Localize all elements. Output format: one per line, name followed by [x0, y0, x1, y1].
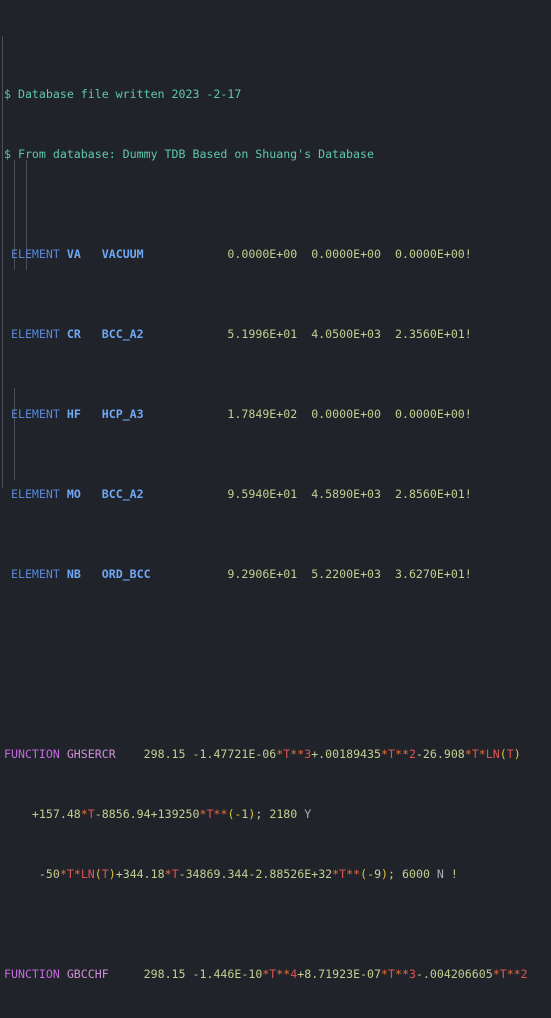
element-mass: 0.0000E+00 — [227, 247, 298, 261]
element-symbol: CR — [66, 327, 81, 341]
element-symbol: VA — [66, 247, 81, 261]
code-content: $ Database file written 2023 -2-17 $ Fro… — [0, 0, 551, 1018]
element-refphase: BCC_A2 — [101, 487, 144, 501]
function-declaration: FUNCTION GHSERCR 298.15 -1.47721E-06*T**… — [0, 744, 551, 764]
element-s298: 2.3560E+01 — [394, 327, 465, 341]
element-mass: 9.2906E+01 — [227, 567, 298, 581]
element-keyword: ELEMENT — [10, 247, 60, 261]
element-s298: 0.0000E+00 — [394, 247, 465, 261]
element-row: ELEMENT VA VACUUM 0.0000E+00 0.0000E+00 … — [0, 244, 551, 264]
element-terminator: ! — [464, 487, 472, 501]
function-declaration: FUNCTION GBCCHF 298.15 -1.446E-10*T**4+8… — [0, 964, 551, 984]
element-terminator: ! — [464, 327, 472, 341]
function-expression: 298.15 -1.47721E-06*T**3+.00189435*T**2-… — [143, 747, 521, 761]
element-row: ELEMENT MO BCC_A2 9.5940E+01 4.5890E+03 … — [0, 484, 551, 504]
element-keyword: ELEMENT — [10, 407, 60, 421]
element-mass: 9.5940E+01 — [227, 487, 298, 501]
element-symbol: MO — [66, 487, 81, 501]
element-row: ELEMENT HF HCP_A3 1.7849E+02 0.0000E+00 … — [0, 404, 551, 424]
element-h298: 4.5890E+03 — [311, 487, 382, 501]
function-name: GHSERCR — [66, 747, 116, 761]
element-keyword: ELEMENT — [10, 487, 60, 501]
function-expression: +157.48*T-8856.94+139250*T**(-1); 2180 Y — [31, 807, 312, 821]
function-expression: 298.15 -1.446E-10*T**4+8.71923E-07*T**3-… — [143, 967, 528, 981]
element-terminator: ! — [464, 567, 472, 581]
comment-text: $ From database: Dummy TDB Based on Shua… — [4, 147, 374, 161]
element-row: ELEMENT NB ORD_BCC 9.2906E+01 5.2200E+03… — [0, 564, 551, 584]
function-continuation: -50*T*LN(T)+344.18*T-34869.344-2.88526E+… — [0, 864, 551, 884]
function-expression: -50*T*LN(T)+344.18*T-34869.344-2.88526E+… — [38, 867, 458, 881]
element-keyword: ELEMENT — [10, 327, 60, 341]
element-h298: 5.2200E+03 — [311, 567, 382, 581]
comment-text: $ Database file written 2023 -2-17 — [4, 87, 242, 101]
element-row: ELEMENT CR BCC_A2 5.1996E+01 4.0500E+03 … — [0, 324, 551, 344]
element-h298: 0.0000E+00 — [311, 247, 382, 261]
element-symbol: NB — [66, 567, 81, 581]
function-continuation: +157.48*T-8856.94+139250*T**(-1); 2180 Y — [0, 804, 551, 824]
element-terminator: ! — [464, 407, 472, 421]
element-mass: 1.7849E+02 — [227, 407, 298, 421]
element-refphase: ORD_BCC — [101, 567, 151, 581]
element-keyword: ELEMENT — [10, 567, 60, 581]
function-keyword: FUNCTION — [4, 967, 60, 981]
element-h298: 4.0500E+03 — [311, 327, 382, 341]
element-h298: 0.0000E+00 — [311, 407, 382, 421]
element-s298: 0.0000E+00 — [394, 407, 465, 421]
element-symbol: HF — [66, 407, 81, 421]
code-editor[interactable]: $ Database file written 2023 -2-17 $ Fro… — [0, 0, 551, 981]
element-refphase: BCC_A2 — [101, 327, 144, 341]
function-keyword: FUNCTION — [4, 747, 60, 761]
element-s298: 3.6270E+01 — [394, 567, 465, 581]
element-terminator: ! — [464, 247, 472, 261]
comment-line: $ From database: Dummy TDB Based on Shua… — [0, 144, 551, 164]
element-mass: 5.1996E+01 — [227, 327, 298, 341]
element-refphase: HCP_A3 — [101, 407, 144, 421]
comment-line: $ Database file written 2023 -2-17 — [0, 84, 551, 104]
element-s298: 2.8560E+01 — [394, 487, 465, 501]
element-refphase: VACUUM — [101, 247, 144, 261]
function-name: GBCCHF — [66, 967, 109, 981]
